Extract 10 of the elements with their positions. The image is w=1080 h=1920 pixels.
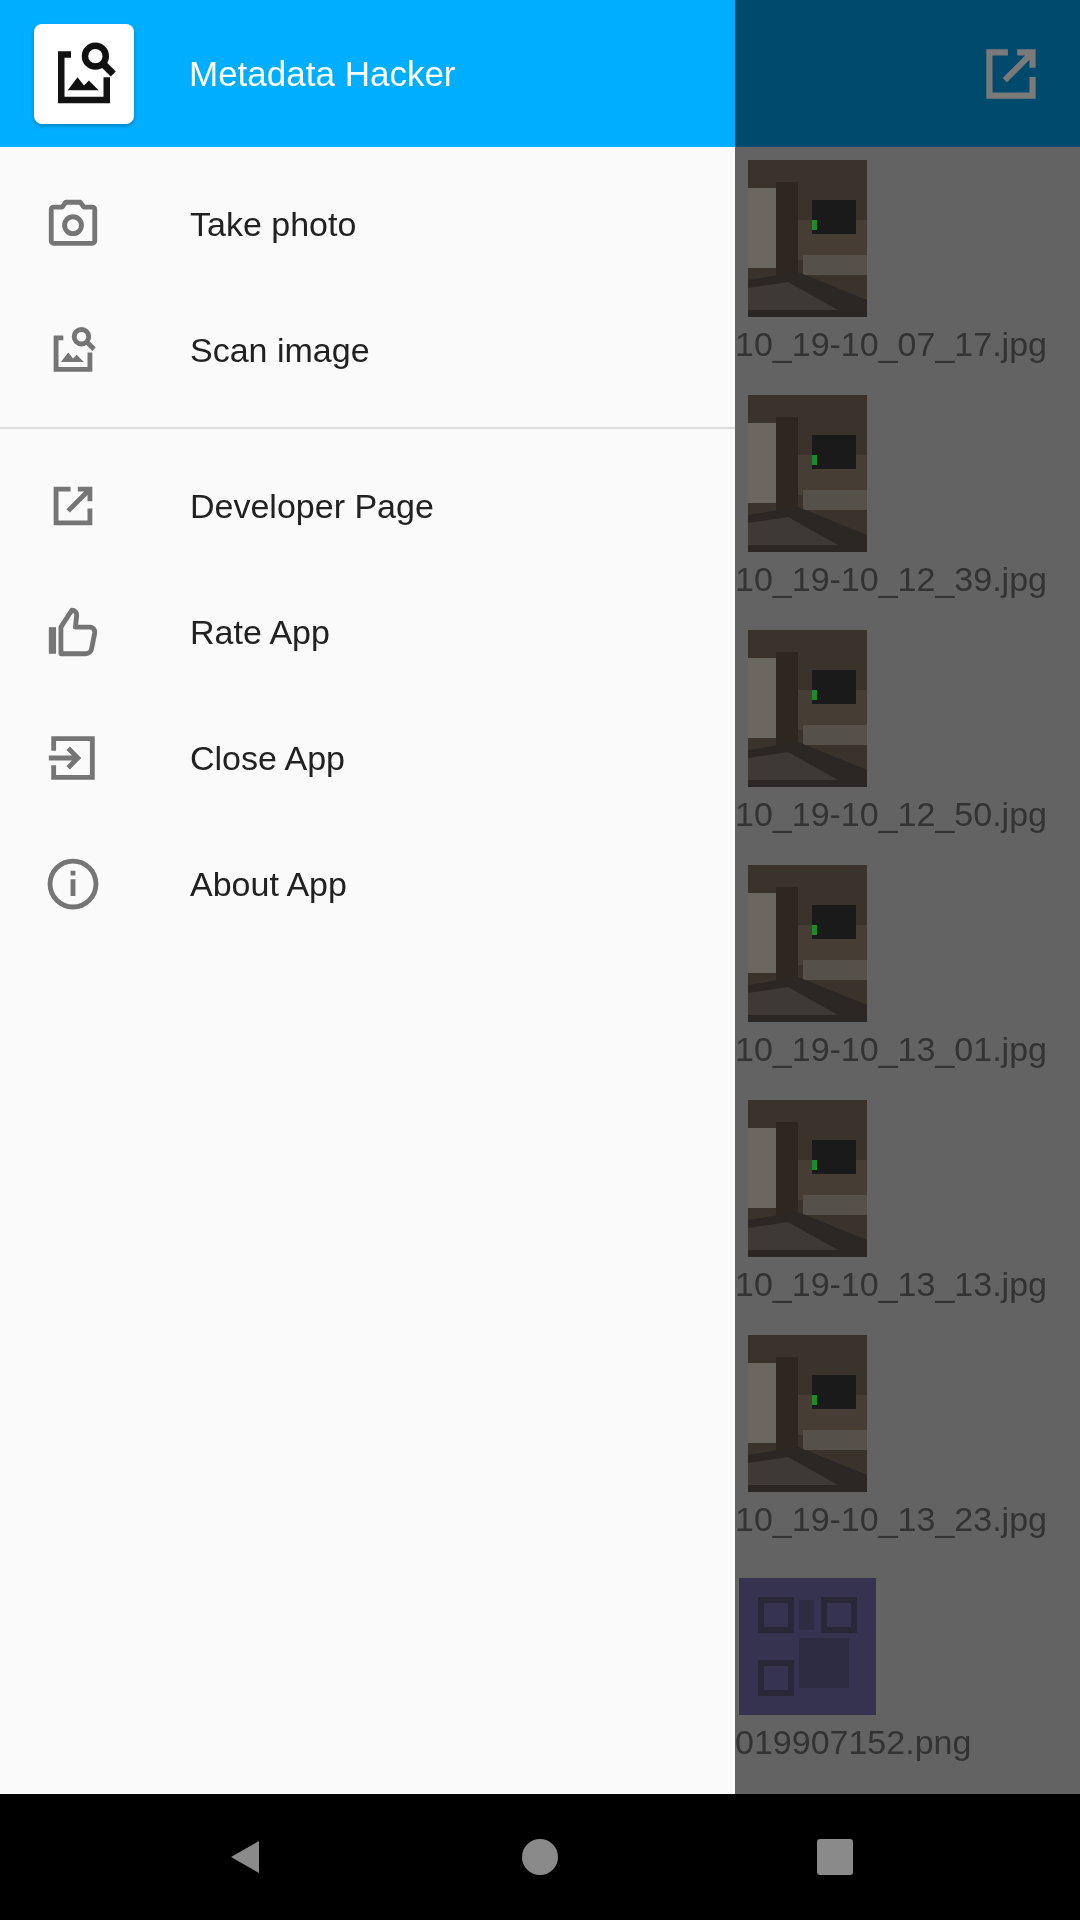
drawer-item[interactable]: Close App bbox=[0, 695, 735, 821]
app-title: Metadata Hacker bbox=[189, 53, 456, 94]
drawer-item[interactable]: About App bbox=[0, 821, 735, 947]
drawer-item[interactable]: Developer Page bbox=[0, 443, 735, 569]
home-icon[interactable] bbox=[520, 1837, 560, 1877]
recents-icon[interactable] bbox=[815, 1837, 855, 1877]
app-logo-icon bbox=[34, 23, 134, 124]
drawer-item[interactable]: Rate App bbox=[0, 569, 735, 695]
drawer-item[interactable]: Scan image bbox=[0, 287, 735, 413]
drawer-item[interactable]: Take photo bbox=[0, 161, 735, 287]
